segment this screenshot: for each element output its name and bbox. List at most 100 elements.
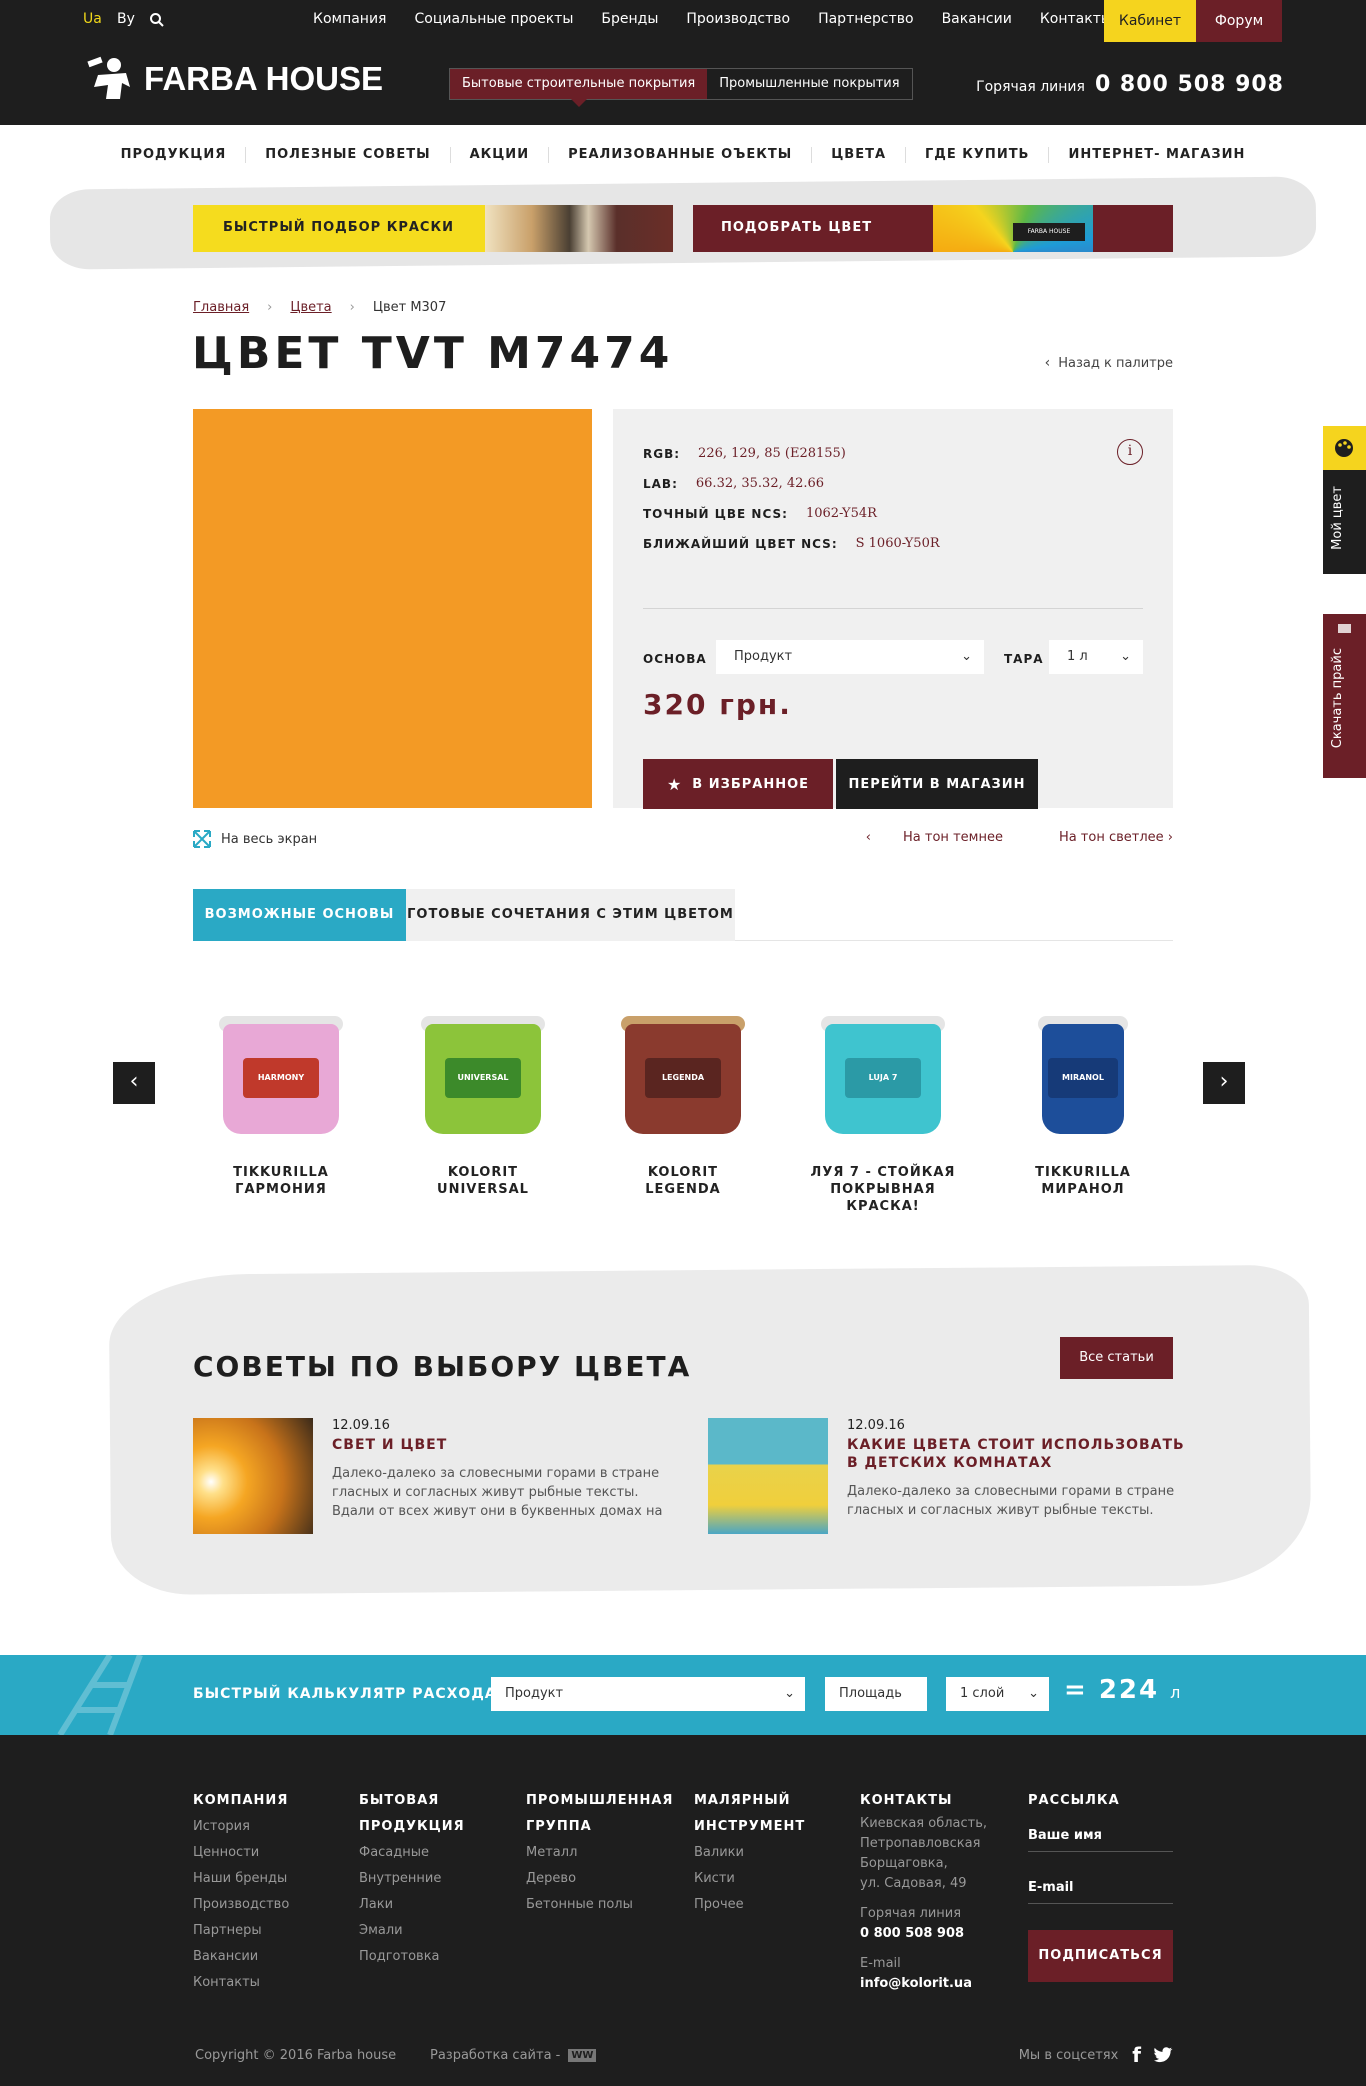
footer-link[interactable]: Фасадные — [359, 1840, 465, 1866]
segment-household[interactable]: Бытовые строительные покрытия — [450, 69, 708, 107]
developer-logo: WW — [568, 2049, 597, 2062]
nav-online-shop[interactable]: ИНТЕРНЕТ- МАГАЗИН — [1049, 147, 1264, 163]
quick-paint-pick-banner[interactable]: БЫСТРЫЙ ПОДБОР КРАСКИ — [193, 205, 673, 252]
footer-email-label: E-mail — [860, 1956, 901, 1971]
product-card[interactable]: LEGENDA KOLORIT LEGENDA — [608, 1010, 758, 1198]
tara-select-value: 1 л — [1067, 649, 1088, 664]
breadcrumb-colors[interactable]: Цвета — [290, 300, 331, 315]
nav-products[interactable]: ПРОДУКЦИЯ — [102, 147, 247, 163]
footer-link[interactable]: Металл — [526, 1840, 673, 1866]
footer-link[interactable]: Валики — [694, 1840, 805, 1866]
footer-link[interactable]: Лаки — [359, 1892, 465, 1918]
footer-link[interactable]: Внутренние — [359, 1866, 465, 1892]
carousel-prev-button[interactable]: ‹ — [113, 1062, 155, 1104]
top-nav-contacts[interactable]: Контакты — [1040, 11, 1112, 27]
top-nav-partnership[interactable]: Партнерство — [818, 11, 913, 27]
top-nav-brands[interactable]: Бренды — [601, 11, 658, 27]
carousel-next-button[interactable]: › — [1203, 1062, 1245, 1104]
footer-link[interactable]: Наши бренды — [193, 1866, 289, 1892]
calc-area-input[interactable]: Площадь — [825, 1677, 927, 1711]
lighter-tone-link[interactable]: На тон светлее › — [1031, 830, 1173, 845]
footer-link[interactable]: История — [193, 1814, 289, 1840]
top-nav-company[interactable]: Компания — [313, 11, 386, 27]
lab-value: 66.32, 35.32, 42.66 — [695, 476, 825, 491]
cabinet-button[interactable]: Кабинет — [1104, 0, 1196, 42]
footer-link[interactable]: Прочее — [694, 1892, 805, 1918]
top-nav-social[interactable]: Социальные проекты — [414, 11, 573, 27]
social-links: Мы в соцсетях f — [1019, 2043, 1173, 2067]
top-nav-production[interactable]: Производство — [686, 11, 790, 27]
developer-credit[interactable]: Разработка сайта - WW — [430, 2048, 597, 2063]
top-nav-vacancies[interactable]: Вакансии — [942, 11, 1012, 27]
lang-by[interactable]: By — [117, 11, 135, 27]
subscribe-button[interactable]: ПОДПИСАТЬСЯ — [1028, 1930, 1173, 1982]
nav-projects[interactable]: РЕАЛИЗОВАННЫЕ ОЪЕКТЫ — [549, 147, 813, 163]
info-icon[interactable]: i — [1117, 439, 1143, 465]
footer-col-household: БЫТОВАЯ ПРОДУКЦИЯ Фасадные Внутренние Ла… — [359, 1788, 465, 1970]
footer-col-title: МАЛЯРНЫЙ — [694, 1793, 791, 1808]
twitter-icon[interactable] — [1153, 2046, 1173, 2064]
calc-layers-select[interactable]: 1 слой ⌄ — [946, 1677, 1049, 1711]
footer-link[interactable]: Подготовка — [359, 1944, 465, 1970]
footer-link[interactable]: Ценности — [193, 1840, 289, 1866]
nav-where-to-buy[interactable]: ГДЕ КУПИТЬ — [906, 147, 1050, 163]
pick-color-banner[interactable]: ПОДОБРАТЬ ЦВЕТ FARBA HOUSE — [693, 205, 1173, 252]
fullscreen-link[interactable]: На весь экран — [193, 830, 317, 848]
add-to-favorites-button[interactable]: ★ В ИЗБРАННОЕ — [643, 759, 833, 809]
all-articles-button[interactable]: Все статьи — [1060, 1337, 1173, 1379]
footer-col-title: ПРОДУКЦИЯ — [359, 1819, 465, 1834]
tara-select[interactable]: 1 л ⌄ — [1049, 640, 1143, 674]
address-line: Киевская область, — [860, 1816, 988, 1831]
facebook-icon[interactable]: f — [1132, 2043, 1141, 2067]
nav-tips[interactable]: ПОЛЕЗНЫЕ СОВЕТЫ — [246, 147, 451, 163]
calc-product-select[interactable]: Продукт ⌄ — [491, 1677, 805, 1711]
back-to-palette-label: Назад к палитре — [1058, 355, 1173, 371]
painter-logo-icon — [87, 56, 130, 99]
tab-ready-combinations[interactable]: ГОТОВЫЕ СОЧЕТАНИЯ С ЭТИМ ЦВЕТОМ — [406, 889, 735, 941]
segment-industrial[interactable]: Промышленные покрытия — [707, 69, 911, 99]
article-title[interactable]: СВЕТ И ЦВЕТ — [332, 1436, 672, 1454]
base-label: ОСНОВА — [643, 652, 707, 666]
article-title[interactable]: КАКИЕ ЦВЕТА СТОИТ ИСПОЛЬЗОВАТЬ В ДЕТСКИХ… — [847, 1436, 1187, 1472]
my-color-side-tab[interactable]: Мой цвет — [1323, 426, 1366, 574]
nav-promos[interactable]: АКЦИИ — [451, 147, 550, 163]
product-card[interactable]: LUJA 7 ЛУЯ 7 - СТОЙКАЯ ПОКРЫВНАЯ КРАСКА! — [808, 1010, 958, 1215]
chevron-left-icon: ‹ — [1044, 355, 1051, 371]
back-to-palette-link[interactable]: ‹ Назад к палитре — [1045, 355, 1173, 371]
footer-col-contacts: КОНТАКТЫ Киевская область, Петропавловск… — [860, 1788, 987, 1994]
footer-email[interactable]: info@kolorit.ua — [860, 1974, 987, 1994]
product-card[interactable]: MIRANOL TIKKURILLA МИРАНОЛ — [1008, 1010, 1158, 1198]
darker-tone-link[interactable]: ‹ На тон темнее — [866, 830, 1003, 845]
go-to-shop-button[interactable]: ПЕРЕЙТИ В МАГАЗИН — [836, 759, 1038, 809]
address-line: ул. Садовая, 49 — [860, 1876, 967, 1891]
color-swatch — [193, 409, 592, 808]
footer-link[interactable]: Партнеры — [193, 1918, 289, 1944]
nav-colors[interactable]: ЦВЕТА — [812, 147, 907, 163]
footer-link[interactable]: Кисти — [694, 1866, 805, 1892]
download-price-side-tab[interactable]: Скачать прайс — [1323, 614, 1366, 778]
hotline-number[interactable]: 0 800 508 908 — [1095, 72, 1284, 97]
add-to-favorites-label: В ИЗБРАННОЕ — [692, 776, 810, 792]
product-card[interactable]: UNIVERSAL KOLORIT UNIVERSAL — [408, 1010, 558, 1198]
footer-link[interactable]: Эмали — [359, 1918, 465, 1944]
footer-link[interactable]: Производство — [193, 1892, 289, 1918]
footer-link[interactable]: Дерево — [526, 1866, 673, 1892]
ncs-exact-value: 1062-Y54R — [805, 506, 877, 521]
product-card[interactable]: HARMONY TIKKURILLA ГАРМОНИЯ — [206, 1010, 356, 1198]
footer-link[interactable]: Бетонные полы — [526, 1892, 673, 1918]
footer-col-newsletter: РАССЫЛКА — [1028, 1788, 1120, 1814]
search-icon[interactable] — [149, 12, 165, 28]
forum-button[interactable]: Форум — [1196, 0, 1282, 42]
footer-link[interactable]: Контакты — [193, 1970, 289, 1996]
product-image: UNIVERSAL — [421, 1010, 545, 1140]
newsletter-email-field[interactable]: E-mail — [1028, 1880, 1173, 1904]
site-logo[interactable]: FARBA HOUSE — [84, 50, 383, 108]
footer-hotline-number[interactable]: 0 800 508 908 — [860, 1924, 987, 1944]
base-select[interactable]: Продукт ⌄ — [716, 640, 984, 674]
article-excerpt: Далеко-далеко за словесными горами в стр… — [847, 1484, 1175, 1518]
newsletter-name-field[interactable]: Ваше имя — [1028, 1828, 1173, 1852]
footer-link[interactable]: Вакансии — [193, 1944, 289, 1970]
breadcrumb-home[interactable]: Главная — [193, 300, 249, 315]
lang-ua[interactable]: Ua — [83, 11, 102, 27]
tab-possible-bases[interactable]: ВОЗМОЖНЫЕ ОСНОВЫ — [193, 889, 406, 941]
